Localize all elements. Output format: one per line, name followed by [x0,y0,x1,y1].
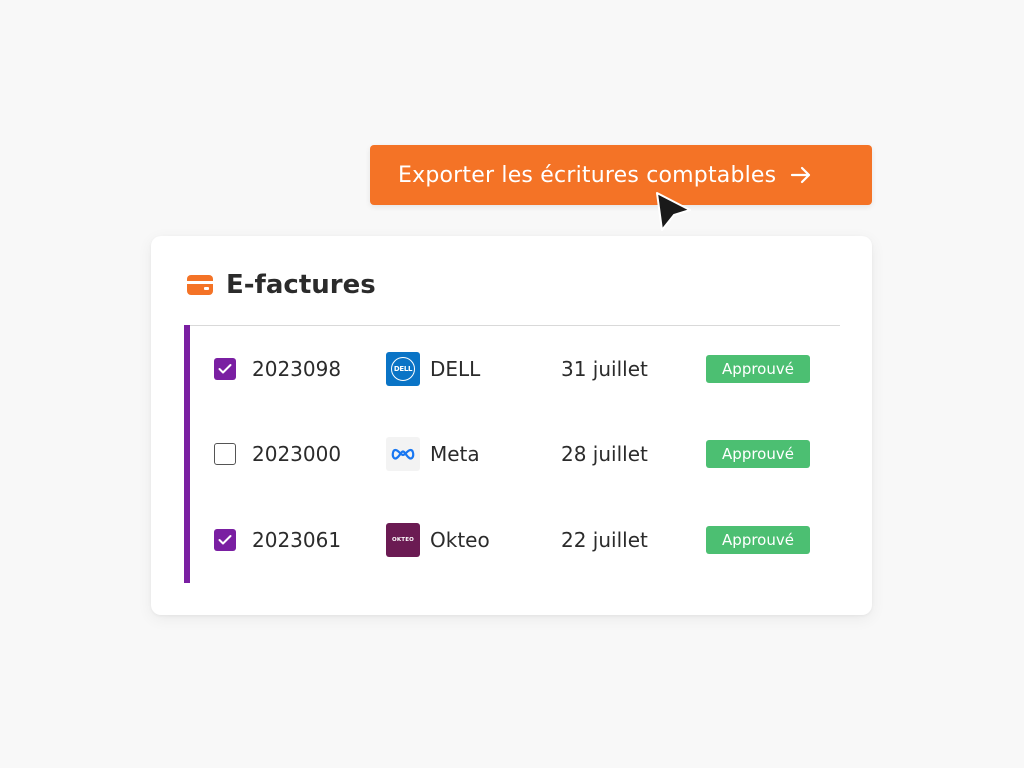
okteo-logo-icon: OKTEO [386,523,420,557]
wallet-icon [186,274,214,296]
company-name: Okteo [430,528,490,552]
page: Exporter les écritures comptables E-fact… [0,0,1024,768]
invoice-date: 31 juillet [561,357,648,381]
row-checkbox[interactable] [214,529,236,551]
invoice-row[interactable]: 2023000 Meta 28 juillet Approuvé [151,429,872,479]
company-name: Meta [430,442,480,466]
dell-logo-icon: DELL [386,352,420,386]
mouse-cursor-icon [654,190,694,234]
status-badge: Approuvé [706,355,810,383]
invoice-number: 2023061 [252,528,342,552]
meta-logo-icon [386,437,420,471]
invoice-number: 2023098 [252,357,342,381]
checkmark-icon [218,364,232,374]
card-header: E-factures [186,270,376,300]
okteo-logo-text: OKTEO [391,537,415,543]
status-badge: Approuvé [706,526,810,554]
dell-logo-text: DELL [391,357,415,381]
e-invoices-card: E-factures 2023098 DELL DELL 31 juillet … [151,236,872,615]
card-title: E-factures [226,270,376,300]
arrow-right-icon [790,166,812,184]
status-badge: Approuvé [706,440,810,468]
invoice-date: 28 juillet [561,442,648,466]
invoice-number: 2023000 [252,442,342,466]
invoice-row[interactable]: 2023061 OKTEO Okteo 22 juillet Approuvé [151,515,872,565]
checkmark-icon [218,535,232,545]
company-name: DELL [430,357,481,381]
row-checkbox[interactable] [214,358,236,380]
invoice-row[interactable]: 2023098 DELL DELL 31 juillet Approuvé [151,344,872,394]
header-divider [186,325,840,326]
row-checkbox[interactable] [214,443,236,465]
invoice-date: 22 juillet [561,528,648,552]
export-button-label: Exporter les écritures comptables [398,162,777,188]
export-accounting-entries-button[interactable]: Exporter les écritures comptables [370,145,872,205]
